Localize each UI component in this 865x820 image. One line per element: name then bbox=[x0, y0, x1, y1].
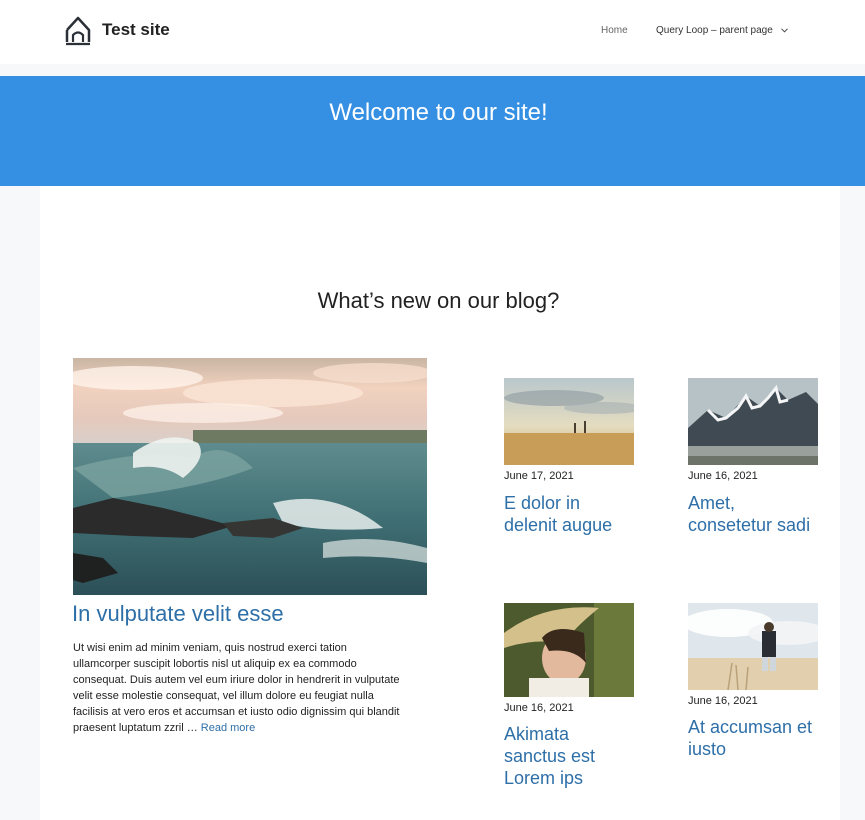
site-title[interactable]: Test site bbox=[102, 20, 170, 40]
post-date: June 16, 2021 bbox=[504, 702, 574, 714]
featured-post-image[interactable] bbox=[73, 358, 427, 595]
post-title-line: delenit augue bbox=[504, 515, 613, 535]
nav-item-query-loop[interactable]: Query Loop – parent page bbox=[656, 25, 788, 36]
post-title-line: consetetur sadi bbox=[688, 515, 811, 535]
post-title-line: E dolor in bbox=[504, 493, 581, 513]
post-title-line: sanctus est bbox=[504, 746, 596, 766]
nav-item-home[interactable]: Home bbox=[601, 25, 628, 36]
post-title[interactable]: Amet, consetetur sadi bbox=[688, 492, 838, 536]
post-image[interactable] bbox=[688, 378, 818, 465]
nav-item-label: Query Loop – parent page bbox=[656, 25, 773, 36]
post-image[interactable] bbox=[504, 378, 634, 465]
read-more-link[interactable]: Read more bbox=[201, 722, 255, 734]
post-title[interactable]: Akimata sanctus est Lorem ips bbox=[504, 723, 654, 789]
site-header: Test site Home Query Loop – parent page bbox=[0, 0, 865, 64]
post-image[interactable] bbox=[504, 603, 634, 697]
house-logo-icon[interactable] bbox=[64, 14, 92, 46]
post-date: June 17, 2021 bbox=[504, 470, 574, 482]
featured-post-title[interactable]: In vulputate velit esse bbox=[72, 601, 284, 627]
hero-banner: Welcome to our site! bbox=[0, 76, 865, 186]
hero-title: Welcome to our site! bbox=[329, 99, 548, 126]
post-title[interactable]: E dolor in delenit augue bbox=[504, 492, 654, 536]
chevron-down-icon[interactable] bbox=[780, 28, 788, 33]
post-title-line: iusto bbox=[688, 739, 727, 759]
blog-heading: What’s new on our blog? bbox=[317, 288, 560, 313]
post-date: June 16, 2021 bbox=[688, 695, 758, 707]
excerpt-text: Ut wisi enim ad minim veniam, quis nostr… bbox=[73, 642, 400, 734]
post-date: June 16, 2021 bbox=[688, 470, 758, 482]
post-image[interactable] bbox=[688, 603, 818, 690]
post-title[interactable]: At accumsan et iusto bbox=[688, 716, 838, 760]
post-title-line: Akimata bbox=[504, 724, 570, 744]
post-title-line: Lorem ips bbox=[504, 768, 584, 788]
post-title-line: At accumsan et bbox=[688, 717, 813, 737]
post-title-line: Amet, bbox=[688, 493, 736, 513]
featured-post-excerpt: Ut wisi enim ad minim veniam, quis nostr… bbox=[73, 640, 403, 736]
